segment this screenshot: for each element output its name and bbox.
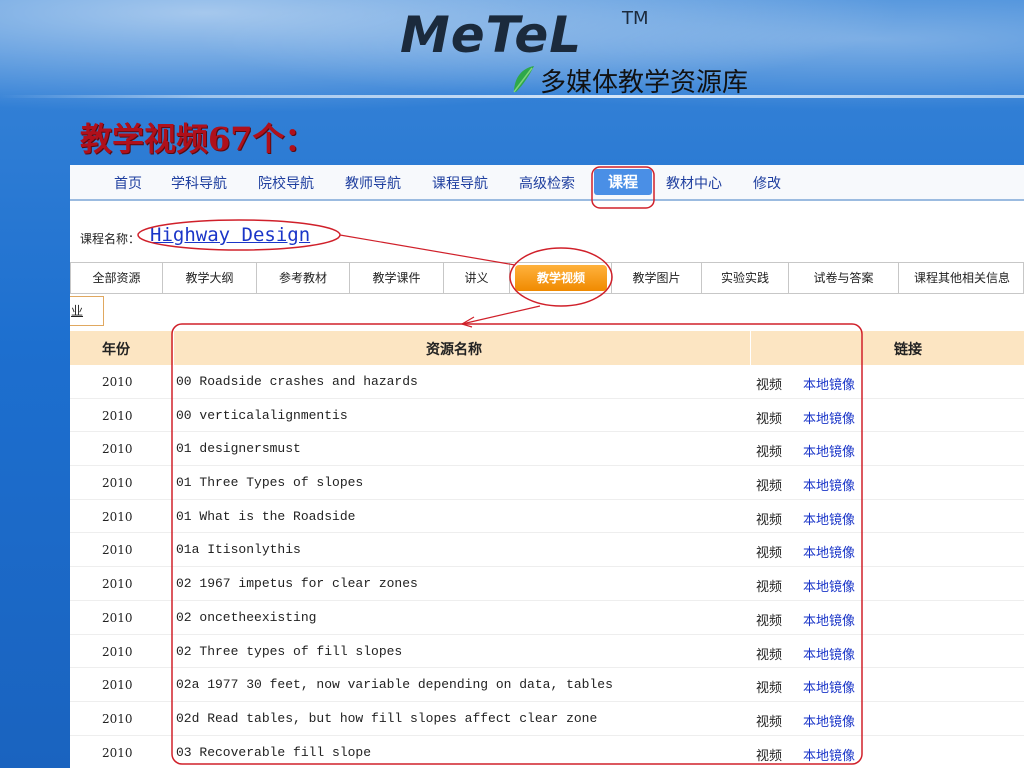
table-row: 2010 00 verticalalignmentis 视频 本地镜像	[70, 399, 1024, 433]
leaf-icon	[513, 66, 534, 93]
resource-tabs: 全部资源 教学大纲 参考教材 教学课件 讲义 教学视频 教学图片 实验实践 试卷…	[70, 262, 1024, 294]
nav-advanced-search[interactable]: 高级检索	[519, 173, 575, 193]
row-name: 01 designersmust	[176, 441, 301, 457]
top-nav: 首页 学科导航 院校导航 教师导航 课程导航 高级检索 课程 教材中心 修改	[70, 165, 1024, 201]
row-mirror-link[interactable]: 本地镜像	[803, 542, 855, 561]
row-type: 视频	[756, 445, 783, 461]
slide-title: 教学视频67个：	[80, 120, 317, 158]
row-mirror-link[interactable]: 本地镜像	[803, 610, 855, 629]
tab-exams-answers[interactable]: 试卷与答案	[789, 263, 899, 293]
row-mirror-link[interactable]: 本地镜像	[803, 441, 855, 460]
row-name: 03 Recoverable fill slope	[176, 744, 372, 760]
header-divider-2	[750, 331, 751, 365]
header-link: 链接	[894, 342, 922, 358]
table-row: 2010 02 1967 impetus for clear zones 视频 …	[70, 567, 1024, 601]
row-year: 2010	[102, 577, 133, 592]
resource-list: 2010 00 Roadside crashes and hazards 视频 …	[70, 365, 1024, 768]
row-year: 2010	[102, 711, 133, 726]
row-type: 视频	[756, 681, 783, 697]
row-mirror-link[interactable]: 本地镜像	[803, 711, 855, 730]
tab-reference-textbooks[interactable]: 参考教材	[257, 263, 350, 293]
table-row: 2010 01a Itisonlythis 视频 本地镜像	[70, 533, 1024, 568]
row-mirror-link[interactable]: 本地镜像	[803, 745, 855, 764]
row-type: 视频	[756, 512, 783, 528]
row-name: 02 Three types of fill slopes	[176, 643, 403, 659]
row-type: 视频	[756, 748, 783, 764]
logo-subtitle: 多媒体教学资源库	[540, 68, 749, 98]
nav-course-active[interactable]: 课程	[594, 169, 652, 195]
tab-images[interactable]: 教学图片	[612, 263, 702, 293]
nav-textbook-center[interactable]: 教材中心	[666, 173, 722, 193]
row-mirror-link[interactable]: 本地镜像	[803, 576, 855, 595]
row-mirror-link[interactable]: 本地镜像	[803, 475, 855, 494]
row-year: 2010	[102, 509, 133, 524]
row-year: 2010	[102, 610, 133, 625]
tab-other-info[interactable]: 课程其他相关信息	[899, 263, 1024, 293]
row-year: 2010	[102, 442, 133, 457]
table-row: 2010 02a 1977 30 feet, now variable depe…	[70, 668, 1024, 702]
row-name: 02d Read tables, but how fill slopes aff…	[176, 710, 598, 726]
course-name-label: 课程名称：	[80, 232, 141, 246]
header-divider	[0, 95, 1024, 98]
row-year: 2010	[102, 476, 133, 491]
row-type: 视频	[756, 613, 783, 629]
row-name: 02 1967 impetus for clear zones	[176, 576, 418, 592]
nav-course-nav[interactable]: 课程导航	[432, 173, 488, 193]
logo-text: MeTeL	[400, 6, 583, 64]
header-resource-name: 资源名称	[426, 342, 482, 358]
row-name: 01a Itisonlythis	[176, 542, 301, 558]
table-row: 2010 02 oncetheexisting 视频 本地镜像	[70, 601, 1024, 635]
browser-panel: 首页 学科导航 院校导航 教师导航 课程导航 高级检索 课程 教材中心 修改 课…	[70, 165, 1024, 768]
header-divider-1	[173, 331, 174, 365]
row-mirror-link[interactable]: 本地镜像	[803, 408, 855, 427]
table-row: 2010 03 Recoverable fill slope 视频 本地镜像	[70, 736, 1024, 768]
tab-teaching-videos[interactable]: 教学视频	[515, 265, 607, 291]
tab-syllabus[interactable]: 教学大纲	[163, 263, 257, 293]
row-name: 00 verticalalignmentis	[176, 407, 348, 423]
row-type: 视频	[756, 714, 783, 730]
row-mirror-link[interactable]: 本地镜像	[803, 677, 855, 696]
row-mirror-link[interactable]: 本地镜像	[803, 509, 855, 528]
row-name: 01 Three Types of slopes	[176, 475, 364, 491]
table-row: 2010 01 What is the Roadside 视频 本地镜像	[70, 500, 1024, 534]
nav-subject[interactable]: 学科导航	[171, 173, 227, 193]
nav-school[interactable]: 院校导航	[258, 173, 314, 193]
header-year: 年份	[102, 342, 130, 358]
table-row: 2010 01 designersmust 视频 本地镜像	[70, 432, 1024, 467]
course-name-link[interactable]: Highway Design	[150, 224, 310, 246]
row-type: 视频	[756, 647, 783, 663]
nav-teacher[interactable]: 教师导航	[345, 173, 401, 193]
truncated-tab[interactable]: 业	[70, 296, 104, 326]
row-type: 视频	[756, 378, 783, 393]
table-row: 2010 02d Read tables, but how fill slope…	[70, 702, 1024, 736]
tab-handouts[interactable]: 讲义	[444, 263, 510, 293]
row-type: 视频	[756, 411, 783, 427]
table-row: 2010 00 Roadside crashes and hazards 视频 …	[70, 365, 1024, 399]
row-type: 视频	[756, 546, 783, 562]
row-type: 视频	[756, 580, 783, 596]
row-year: 2010	[102, 644, 133, 659]
row-mirror-link[interactable]: 本地镜像	[803, 374, 855, 393]
row-year: 2010	[102, 745, 133, 760]
tab-all-resources[interactable]: 全部资源	[71, 263, 163, 293]
row-year: 2010	[102, 678, 133, 693]
row-name: 00 Roadside crashes and hazards	[176, 374, 418, 389]
row-name: 02a 1977 30 feet, now variable depending…	[176, 677, 613, 693]
row-year: 2010	[102, 408, 133, 423]
row-name: 01 What is the Roadside	[176, 508, 356, 524]
row-type: 视频	[756, 479, 783, 495]
table-header: 年份 资源名称 链接	[70, 331, 1024, 365]
metel-logo: MeTeL TM 多媒体教学资源库	[400, 6, 820, 98]
nav-modify[interactable]: 修改	[753, 173, 781, 193]
row-year: 2010	[102, 543, 133, 558]
table-row: 2010 01 Three Types of slopes 视频 本地镜像	[70, 466, 1024, 500]
row-name: 02 oncetheexisting	[176, 609, 317, 625]
row-mirror-link[interactable]: 本地镜像	[803, 644, 855, 663]
tab-experiments[interactable]: 实验实践	[702, 263, 789, 293]
row-year: 2010	[102, 375, 133, 389]
nav-home[interactable]: 首页	[114, 173, 142, 193]
tab-courseware[interactable]: 教学课件	[350, 263, 444, 293]
logo-trademark: TM	[622, 8, 649, 29]
table-row: 2010 02 Three types of fill slopes 视频 本地…	[70, 635, 1024, 669]
